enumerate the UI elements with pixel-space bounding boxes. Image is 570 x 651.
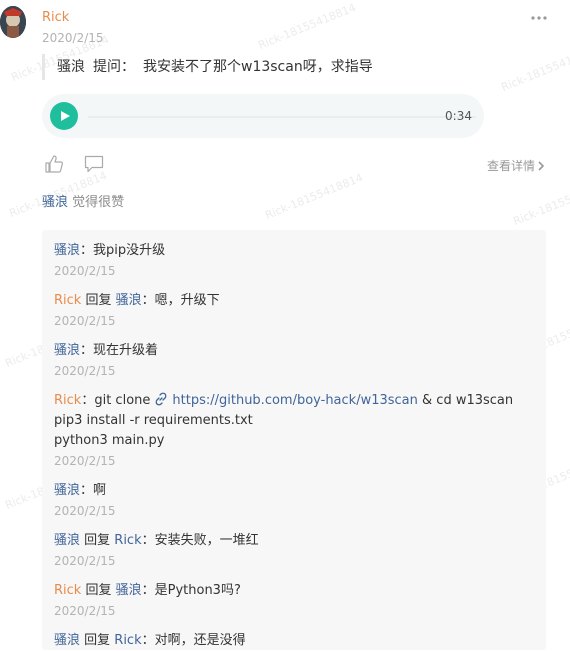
reply-word: 回复	[80, 633, 115, 648]
comment-item: 骚浪：现在升级着 2020/2/15	[54, 341, 158, 381]
reply-to-user[interactable]: Rick	[114, 633, 141, 648]
comment-icon[interactable]	[84, 155, 104, 173]
comment-list: 骚浪：我pip没升级 2020/2/15 Rick 回复 骚浪：嗯，升级下 20…	[42, 230, 546, 650]
watermark: Rick-18155418814	[263, 170, 365, 223]
likes-line: 骚浪 觉得很赞	[42, 191, 124, 210]
comment-separator: ：	[80, 243, 94, 258]
comment-separator: ：	[80, 343, 94, 358]
comment-separator: ：	[80, 483, 94, 498]
watermark: Rick-18155418814	[256, 0, 358, 53]
comment-user[interactable]: Rick	[54, 583, 81, 598]
comment-user[interactable]: 骚浪	[54, 633, 80, 648]
comment-user[interactable]: Rick	[54, 393, 81, 408]
likes-text: 觉得很赞	[72, 195, 125, 210]
comment-user[interactable]: 骚浪	[54, 243, 80, 258]
comment-user[interactable]: 骚浪	[54, 533, 80, 548]
quote-user[interactable]: 骚浪	[57, 59, 85, 75]
audio-player: 0:34	[42, 94, 484, 138]
comment-item: 骚浪 回复 Rick：对啊，还是没得	[54, 631, 246, 651]
comment-text-after: & cd w13scan	[417, 393, 514, 408]
reply-to-user[interactable]: 骚浪	[116, 293, 142, 308]
comment-user[interactable]: 骚浪	[54, 343, 80, 358]
comment-text: 安装失败，一堆红	[154, 533, 259, 548]
watermark: Rick-18155418814	[499, 42, 570, 95]
reply-to-user[interactable]: Rick	[114, 533, 141, 548]
watermark: Rick-18155418814	[511, 176, 570, 229]
comment-item: Rick 回复 骚浪：嗯，升级下 2020/2/15	[54, 291, 220, 331]
play-button[interactable]	[50, 102, 78, 130]
avatar[interactable]	[0, 6, 26, 38]
view-details-link[interactable]: 查看详情	[487, 157, 545, 174]
comment-item: Rick 回复 骚浪：是Python3吗? 2020/2/15	[54, 581, 241, 621]
comment-text: git clone	[94, 393, 151, 408]
comment-user[interactable]: Rick	[54, 293, 81, 308]
post-author[interactable]: Rick	[42, 10, 69, 25]
comment-date: 2020/2/15	[54, 314, 116, 328]
more-options-icon[interactable]	[530, 10, 548, 24]
comment-text-line2: pip3 install -r requirements.txt	[54, 413, 253, 428]
reply-to-user[interactable]: 骚浪	[116, 583, 142, 598]
comment-text: 是Python3吗?	[154, 583, 241, 598]
comment-separator: ：	[141, 533, 155, 548]
comment-item: 骚浪：我pip没升级 2020/2/15	[54, 241, 165, 281]
quote-label: 提问：	[93, 59, 135, 75]
comment-separator: ：	[141, 633, 155, 648]
comment-date: 2020/2/15	[54, 554, 116, 568]
reply-word: 回复	[81, 293, 116, 308]
comment-separator: ：	[141, 583, 155, 598]
link-icon	[155, 392, 167, 406]
comment-date: 2020/2/15	[54, 604, 116, 618]
comment-separator: ：	[81, 393, 95, 408]
comment-item: Rick：git clone https://github.com/boy-hac…	[54, 391, 513, 471]
github-link[interactable]: https://github.com/boy-hack/w13scan	[172, 393, 418, 408]
comment-separator: ：	[141, 293, 155, 308]
comment-item: 骚浪：啊 2020/2/15	[54, 481, 116, 521]
quote-text: 我安装不了那个w13scan呀，求指导	[143, 59, 373, 75]
comment-text: 对啊，还是没得	[154, 633, 246, 648]
comment-date: 2020/2/15	[54, 454, 116, 468]
comment-date: 2020/2/15	[54, 264, 116, 278]
comment-user[interactable]: 骚浪	[54, 483, 80, 498]
comment-date: 2020/2/15	[54, 504, 116, 518]
comment-text: 我pip没升级	[93, 243, 166, 258]
question-quote: 骚浪 提问： 我安装不了那个w13scan呀，求指导	[42, 54, 373, 80]
like-icon[interactable]	[44, 154, 64, 174]
comment-date: 2020/2/15	[54, 364, 116, 378]
comment-item: 骚浪 回复 Rick：安装失败，一堆红 2020/2/15	[54, 531, 259, 571]
chevron-right-icon	[538, 161, 545, 171]
reply-word: 回复	[81, 583, 116, 598]
comment-text: 现在升级着	[93, 343, 159, 358]
comment-text-line3: python3 main.py	[54, 433, 165, 448]
reply-word: 回复	[80, 533, 115, 548]
audio-duration: 0:34	[445, 109, 472, 123]
comment-text: 啊	[93, 483, 107, 498]
post-date: 2020/2/15	[42, 31, 104, 45]
audio-progress-track[interactable]	[88, 116, 476, 118]
comment-text: 嗯，升级下	[154, 293, 220, 308]
like-user[interactable]: 骚浪	[42, 195, 68, 210]
view-details-label: 查看详情	[487, 159, 536, 173]
